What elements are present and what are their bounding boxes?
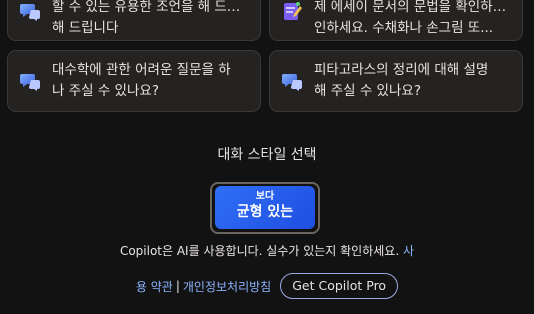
terms-link-start[interactable]: 사 — [403, 244, 414, 258]
chat-bubbles-icon — [20, 74, 40, 91]
pencil-pad-icon — [284, 1, 302, 20]
chat-bubbles-icon — [282, 74, 302, 91]
style-button-label: 균형 있는 — [236, 204, 294, 220]
suggestion-line: 제 에세이 문서의 문법을 확인하세요. 수 — [314, 0, 510, 15]
chat-bubbles-icon — [20, 3, 40, 21]
suggestion-card-2[interactable]: 제 에세이 문서의 문법을 확인하세요. 수 인하세요. 수채화나 손그림 또.… — [269, 0, 523, 41]
suggestion-card-1[interactable]: 할 수 있는 유용한 조언을 해 드립니 해 드립니다 — [7, 0, 261, 41]
suggestion-text: 피타고라스의 정리에 대해 설명 해 주실 수 있나요? — [314, 60, 510, 102]
suggestion-card-3[interactable]: 대수학에 관한 어려운 질문을 하 나 주실 수 있나요? — [7, 50, 261, 112]
style-button-sublabel: 보다 — [255, 191, 275, 202]
suggestion-line: 인하세요. 수채화나 손그림 또... — [314, 20, 494, 36]
suggestion-line: 피타고라스의 정리에 대해 설명 — [314, 62, 489, 78]
suggestion-text: 할 수 있는 유용한 조언을 해 드립니 해 드립니다 — [52, 0, 248, 39]
suggestion-text: 제 에세이 문서의 문법을 확인하세요. 수 인하세요. 수채화나 손그림 또.… — [314, 0, 510, 39]
suggestion-line: 대수학에 관한 어려운 질문을 하 — [52, 62, 231, 78]
suggestion-line: 해 주실 수 있나요? — [314, 83, 421, 99]
suggestion-line: 해 드립니다 — [52, 20, 119, 36]
footer-separator: | — [175, 279, 180, 293]
suggestion-line: 할 수 있는 유용한 조언을 해 드립니 — [52, 0, 248, 15]
footer: 용 약관 | 개인정보처리방침 Get Copilot Pro — [0, 272, 534, 300]
privacy-link[interactable]: 개인정보처리방침 — [183, 278, 271, 295]
conversation-style-title: 대화 스타일 선택 — [217, 147, 317, 163]
disclaimer-text: Copilot은 AI를 사용합니다. 실수가 있는지 확인하세요. — [119, 244, 400, 258]
ai-disclaimer: Copilot은 AI를 사용합니다. 실수가 있는지 확인하세요. 사 — [0, 244, 534, 259]
suggestion-text: 대수학에 관한 어려운 질문을 하 나 주실 수 있나요? — [52, 60, 248, 102]
suggestion-line: 나 주실 수 있나요? — [52, 83, 159, 99]
terms-link[interactable]: 용 약관 — [136, 278, 173, 295]
balanced-style-button[interactable]: 보다 균형 있는 — [215, 186, 315, 229]
suggestion-card-4[interactable]: 피타고라스의 정리에 대해 설명 해 주실 수 있나요? — [269, 50, 523, 112]
get-copilot-pro-button[interactable]: Get Copilot Pro — [280, 273, 399, 299]
